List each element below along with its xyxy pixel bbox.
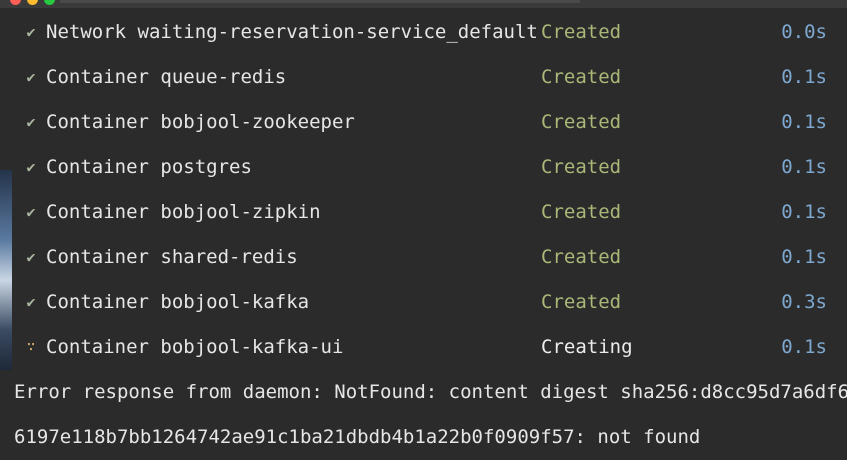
compose-resource-row: ✔ Container shared-redis Created 0.1s xyxy=(12,235,847,280)
terminal-output[interactable]: ✔ Network waiting-reservation-service_de… xyxy=(12,8,847,454)
resource-name: Container queue-redis xyxy=(46,66,287,88)
title-bar-text-strip xyxy=(60,0,580,3)
checkmark-icon: ✔ xyxy=(26,68,36,86)
resource-state: Created xyxy=(541,111,622,133)
checkmark-icon: ✔ xyxy=(26,158,36,176)
close-window-button[interactable] xyxy=(10,0,21,5)
error-message-line: Error response from daemon: NotFound: co… xyxy=(14,381,847,403)
checkmark-icon: ✔ xyxy=(26,293,36,311)
resource-duration: 0.1s xyxy=(781,246,827,268)
resource-state: Created xyxy=(541,246,622,268)
zoom-window-button[interactable] xyxy=(44,0,55,5)
resource-name: Container bobjool-kafka xyxy=(46,291,310,313)
compose-resource-row: ✔ Container bobjool-zipkin Created 0.1s xyxy=(12,190,847,235)
resource-duration: 0.1s xyxy=(781,156,827,178)
resource-duration: 0.1s xyxy=(781,66,827,88)
resource-name: Container bobjool-zookeeper xyxy=(46,111,355,133)
resource-name: Network waiting-reservation-service_defa… xyxy=(46,21,538,43)
compose-resource-row: ✔ Container postgres Created 0.1s xyxy=(12,145,847,190)
resource-duration: 0.1s xyxy=(781,336,827,358)
resource-duration: 0.3s xyxy=(781,291,827,313)
error-message-line: 6197e118b7bb1264742ae91c1ba21dbdb4b1a22b… xyxy=(14,426,701,448)
checkmark-icon: ✔ xyxy=(26,113,36,131)
resource-name: Container postgres xyxy=(46,156,252,178)
resource-name: Container bobjool-zipkin xyxy=(46,201,321,223)
compose-resource-row: ∵ Container bobjool-kafka-ui Creating 0.… xyxy=(12,325,847,370)
resource-state: Created xyxy=(541,156,622,178)
resource-duration: 0.0s xyxy=(781,21,827,43)
desktop-wallpaper-edge xyxy=(0,170,12,370)
spinner-icon: ∵ xyxy=(26,339,36,355)
checkmark-icon: ✔ xyxy=(26,203,36,221)
checkmark-icon: ✔ xyxy=(26,23,36,41)
compose-resource-row: ✔ Container queue-redis Created 0.1s xyxy=(12,55,847,100)
compose-resource-row: ✔ Container bobjool-kafka Created 0.3s xyxy=(12,280,847,325)
resource-state: Created xyxy=(541,291,622,313)
resource-state: Created xyxy=(541,66,622,88)
resource-state: Creating xyxy=(541,336,633,358)
resource-name: Container shared-redis xyxy=(46,246,298,268)
checkmark-icon: ✔ xyxy=(26,248,36,266)
window-title-bar xyxy=(0,0,847,8)
resource-duration: 0.1s xyxy=(781,201,827,223)
resource-state: Created xyxy=(541,21,622,43)
minimize-window-button[interactable] xyxy=(27,0,38,5)
compose-resource-row: ✔ Container bobjool-zookeeper Created 0.… xyxy=(12,100,847,145)
resource-duration: 0.1s xyxy=(781,111,827,133)
resource-state: Created xyxy=(541,201,622,223)
resource-name: Container bobjool-kafka-ui xyxy=(46,336,344,358)
compose-resource-row: ✔ Network waiting-reservation-service_de… xyxy=(12,10,847,55)
